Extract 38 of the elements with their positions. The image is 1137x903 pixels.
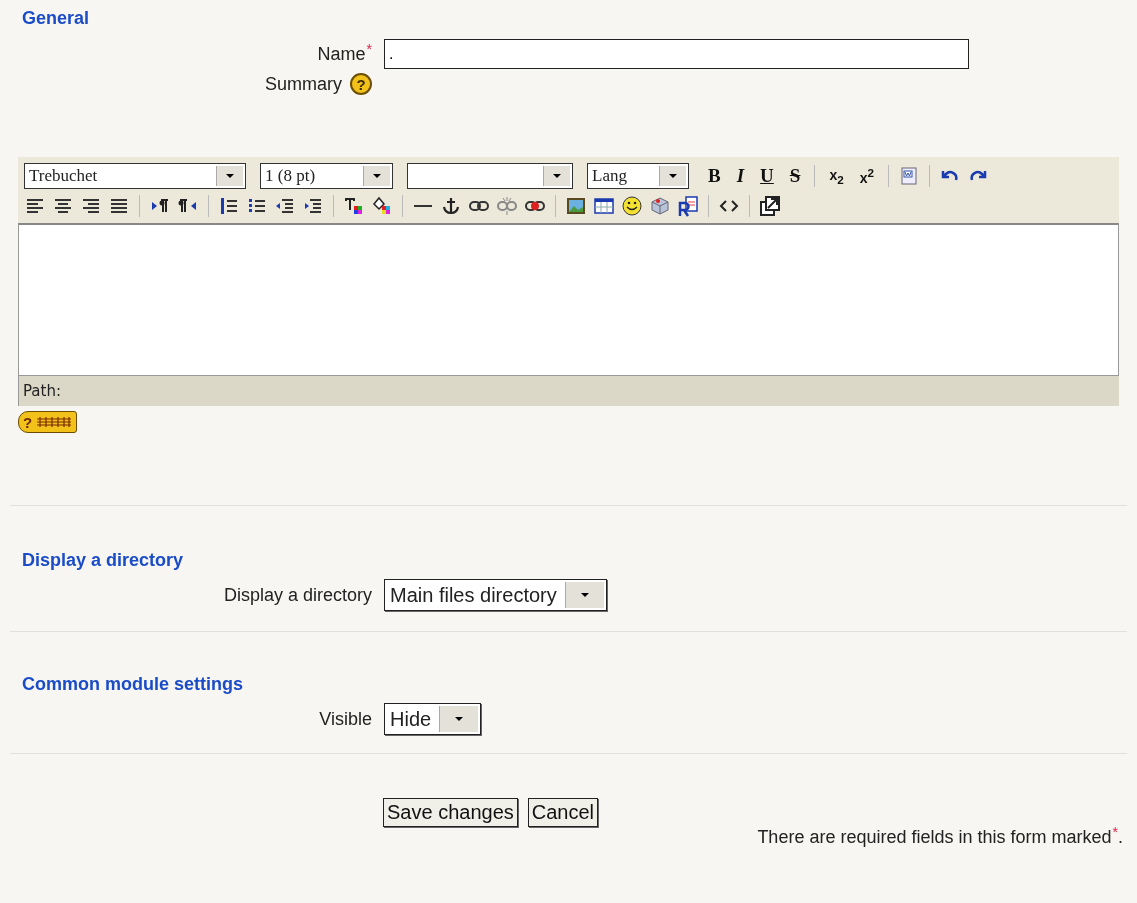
form-button[interactable]: Save changes <box>383 798 518 827</box>
field-label: Summary <box>265 73 342 95</box>
image-icon[interactable] <box>565 195 587 217</box>
directory-dropdown[interactable]: Main files directory <box>384 579 607 611</box>
form-button[interactable]: Cancel <box>527 798 599 827</box>
field-label: Name$^{*}$ <box>317 43 372 65</box>
dropdown[interactable] <box>407 163 573 189</box>
field-label: Visible <box>319 708 372 730</box>
dropdown[interactable]: Trebuchet <box>24 163 246 189</box>
field-label: Display a directory <box>223 584 372 606</box>
format-button[interactable]: x$_{2}$ <box>824 166 849 186</box>
format-button[interactable]: U <box>755 165 779 187</box>
section-heading: Display a directory <box>21 549 185 572</box>
format-button[interactable]: B <box>703 165 726 187</box>
name-field[interactable]: . <box>384 39 969 69</box>
anchor-icon[interactable] <box>440 195 462 217</box>
visibility-dropdown[interactable]: Hide <box>384 703 482 735</box>
fullscreen-icon[interactable] <box>759 195 781 217</box>
table-icon[interactable] <box>593 195 615 217</box>
help-keyboard-badge[interactable]: ? <box>18 411 78 433</box>
section-heading: General <box>21 7 91 30</box>
paste-document-icon[interactable] <box>677 195 699 217</box>
smiley-icon[interactable] <box>621 195 643 217</box>
dropdown[interactable]: 1 (8 pt) <box>260 163 393 189</box>
cube-icon[interactable] <box>649 195 671 217</box>
path-bar: Path: <box>18 376 1119 406</box>
format-button[interactable]: x$^{2}$ <box>854 166 879 186</box>
help-icon[interactable]: ? <box>350 73 372 95</box>
unlink-icon[interactable] <box>496 195 518 217</box>
section-heading: Common module settings <box>21 673 244 696</box>
format-button[interactable]: I <box>731 165 750 187</box>
numbered-list-icon[interactable] <box>218 195 240 217</box>
editor-text-area[interactable] <box>18 223 1119 376</box>
format-button[interactable]: S <box>784 165 806 187</box>
dropdown[interactable]: Lang <box>587 163 689 189</box>
fill-color-icon[interactable] <box>371 195 393 217</box>
required-note: There are required fields in this form marked$^{*}$. <box>757 827 1123 847</box>
text-color-icon[interactable] <box>343 195 365 217</box>
